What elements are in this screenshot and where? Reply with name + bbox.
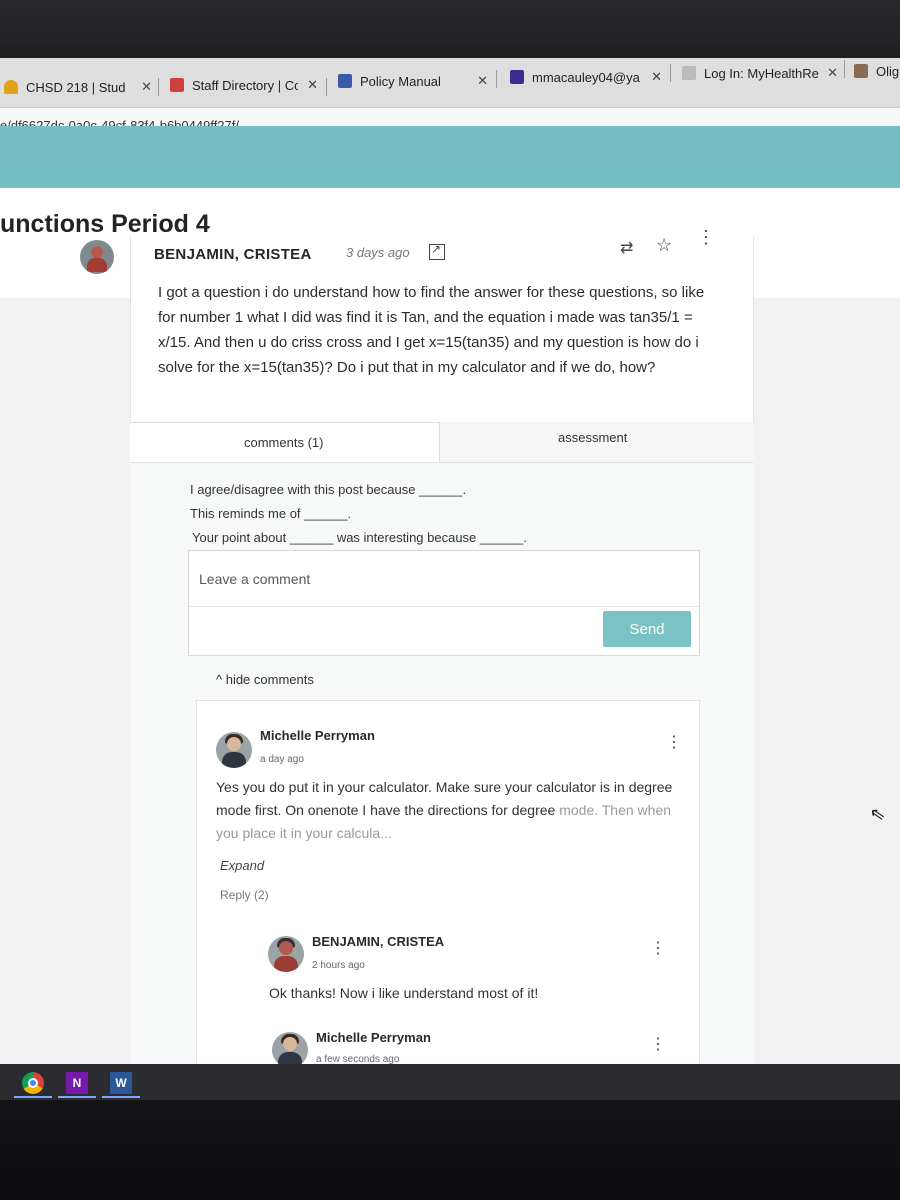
sentence-starter-3: Your point about ______ was interesting … bbox=[192, 530, 527, 545]
taskbar: N W bbox=[0, 1064, 900, 1100]
tab-label: Olig bbox=[876, 63, 900, 79]
tab-myhealth[interactable]: Log In: MyHealthRe ✕ bbox=[682, 58, 838, 88]
tab-olig[interactable]: Olig bbox=[854, 58, 900, 86]
close-icon[interactable]: ✕ bbox=[827, 65, 838, 81]
tab-comments-label: comments (1) bbox=[244, 435, 324, 450]
post-tabs: comments (1) assessment bbox=[130, 422, 754, 462]
active-indicator bbox=[58, 1096, 96, 1098]
close-icon[interactable]: ✕ bbox=[651, 69, 662, 85]
reply-avatar[interactable] bbox=[272, 1032, 308, 1068]
comment-author[interactable]: Michelle Perryman bbox=[260, 728, 375, 743]
sentence-starter-1: I agree/disagree with this post because … bbox=[190, 482, 467, 497]
send-button[interactable]: Send bbox=[603, 611, 691, 647]
tab-label: Staff Directory | Co bbox=[192, 77, 298, 93]
comment-text: Yes you do put it in your calculator. Ma… bbox=[216, 776, 676, 845]
comment-more-icon[interactable]: ⋮ bbox=[666, 735, 682, 751]
browser-tab-strip: CHSD 218 | Student ✕ Staff Directory | C… bbox=[0, 58, 900, 108]
tab-label: Log In: MyHealthRe bbox=[704, 65, 819, 81]
post-body: I got a question i do understand how to … bbox=[158, 284, 705, 376]
comment-form: Send bbox=[188, 550, 700, 656]
policy-icon bbox=[338, 74, 352, 88]
bell-icon bbox=[4, 80, 18, 94]
tab-chsd[interactable]: CHSD 218 | Student ✕ bbox=[4, 72, 152, 102]
tab-comments[interactable]: comments (1) bbox=[130, 422, 440, 462]
site-header-bar bbox=[0, 126, 900, 188]
reply-text: Ok thanks! Now i like understand most of… bbox=[269, 985, 539, 1001]
tab-separator bbox=[844, 60, 845, 78]
post-author[interactable]: BENJAMIN, CRISTEA bbox=[154, 246, 312, 263]
monitor-bezel-top bbox=[0, 0, 900, 64]
author-avatar[interactable] bbox=[80, 240, 114, 274]
mail-icon bbox=[510, 70, 524, 84]
comment-input[interactable] bbox=[189, 551, 699, 607]
expand-link[interactable]: Expand bbox=[220, 858, 264, 873]
tab-separator bbox=[496, 70, 497, 88]
close-icon[interactable]: ✕ bbox=[477, 73, 488, 89]
reply-link[interactable]: Reply (2) bbox=[220, 888, 269, 902]
reply-time: 2 hours ago bbox=[312, 960, 365, 971]
tab-assessment-label: assessment bbox=[558, 430, 628, 445]
mouse-cursor-icon: ⇖ bbox=[868, 802, 887, 826]
reply-avatar[interactable] bbox=[268, 936, 304, 972]
tab-label: CHSD 218 | Student bbox=[26, 79, 126, 95]
active-indicator bbox=[14, 1096, 52, 1098]
page-title: unctions Period 4 bbox=[0, 210, 210, 238]
hide-comments-link[interactable]: ^ hide comments bbox=[216, 672, 314, 687]
page-icon bbox=[682, 66, 696, 80]
t-icon bbox=[854, 64, 868, 78]
onenote-icon[interactable]: N bbox=[66, 1072, 88, 1094]
open-external-icon[interactable] bbox=[429, 242, 445, 260]
tab-policy-manual[interactable]: Policy Manual ✕ bbox=[338, 66, 488, 96]
tab-label: Policy Manual bbox=[360, 73, 441, 89]
tab-separator bbox=[326, 78, 327, 96]
commenter-avatar[interactable] bbox=[216, 732, 252, 768]
tab-staff-directory[interactable]: Staff Directory | Co ✕ bbox=[170, 70, 318, 100]
active-indicator bbox=[102, 1096, 140, 1098]
tab-mail[interactable]: mmacauley04@yah ✕ bbox=[510, 62, 662, 92]
tab-separator bbox=[158, 78, 159, 96]
tab-label: mmacauley04@yah bbox=[532, 69, 640, 85]
reply-more-icon[interactable]: ⋮ bbox=[650, 1037, 666, 1053]
chrome-icon[interactable] bbox=[22, 1072, 44, 1094]
directory-icon bbox=[170, 78, 184, 92]
monitor-bezel-bottom bbox=[0, 1100, 900, 1200]
more-options-icon[interactable]: ⋮ bbox=[697, 228, 715, 246]
screen: CHSD 218 | Student ✕ Staff Directory | C… bbox=[0, 58, 900, 1100]
reply-author[interactable]: BENJAMIN, CRISTEA bbox=[312, 934, 444, 949]
tab-separator bbox=[670, 64, 671, 82]
comment-time: a day ago bbox=[260, 754, 304, 765]
star-icon[interactable]: ☆ bbox=[656, 235, 672, 256]
close-icon[interactable]: ✕ bbox=[307, 77, 318, 93]
reply-more-icon[interactable]: ⋮ bbox=[650, 941, 666, 957]
close-icon[interactable]: ✕ bbox=[141, 79, 152, 95]
post-time: 3 days ago bbox=[346, 245, 410, 260]
tab-assessment[interactable]: assessment bbox=[440, 422, 754, 462]
word-icon[interactable]: W bbox=[110, 1072, 132, 1094]
reply-author[interactable]: Michelle Perryman bbox=[316, 1030, 431, 1045]
repost-icon[interactable]: ⇄ bbox=[620, 238, 633, 258]
sentence-starter-2: This reminds me of ______. bbox=[190, 506, 352, 521]
